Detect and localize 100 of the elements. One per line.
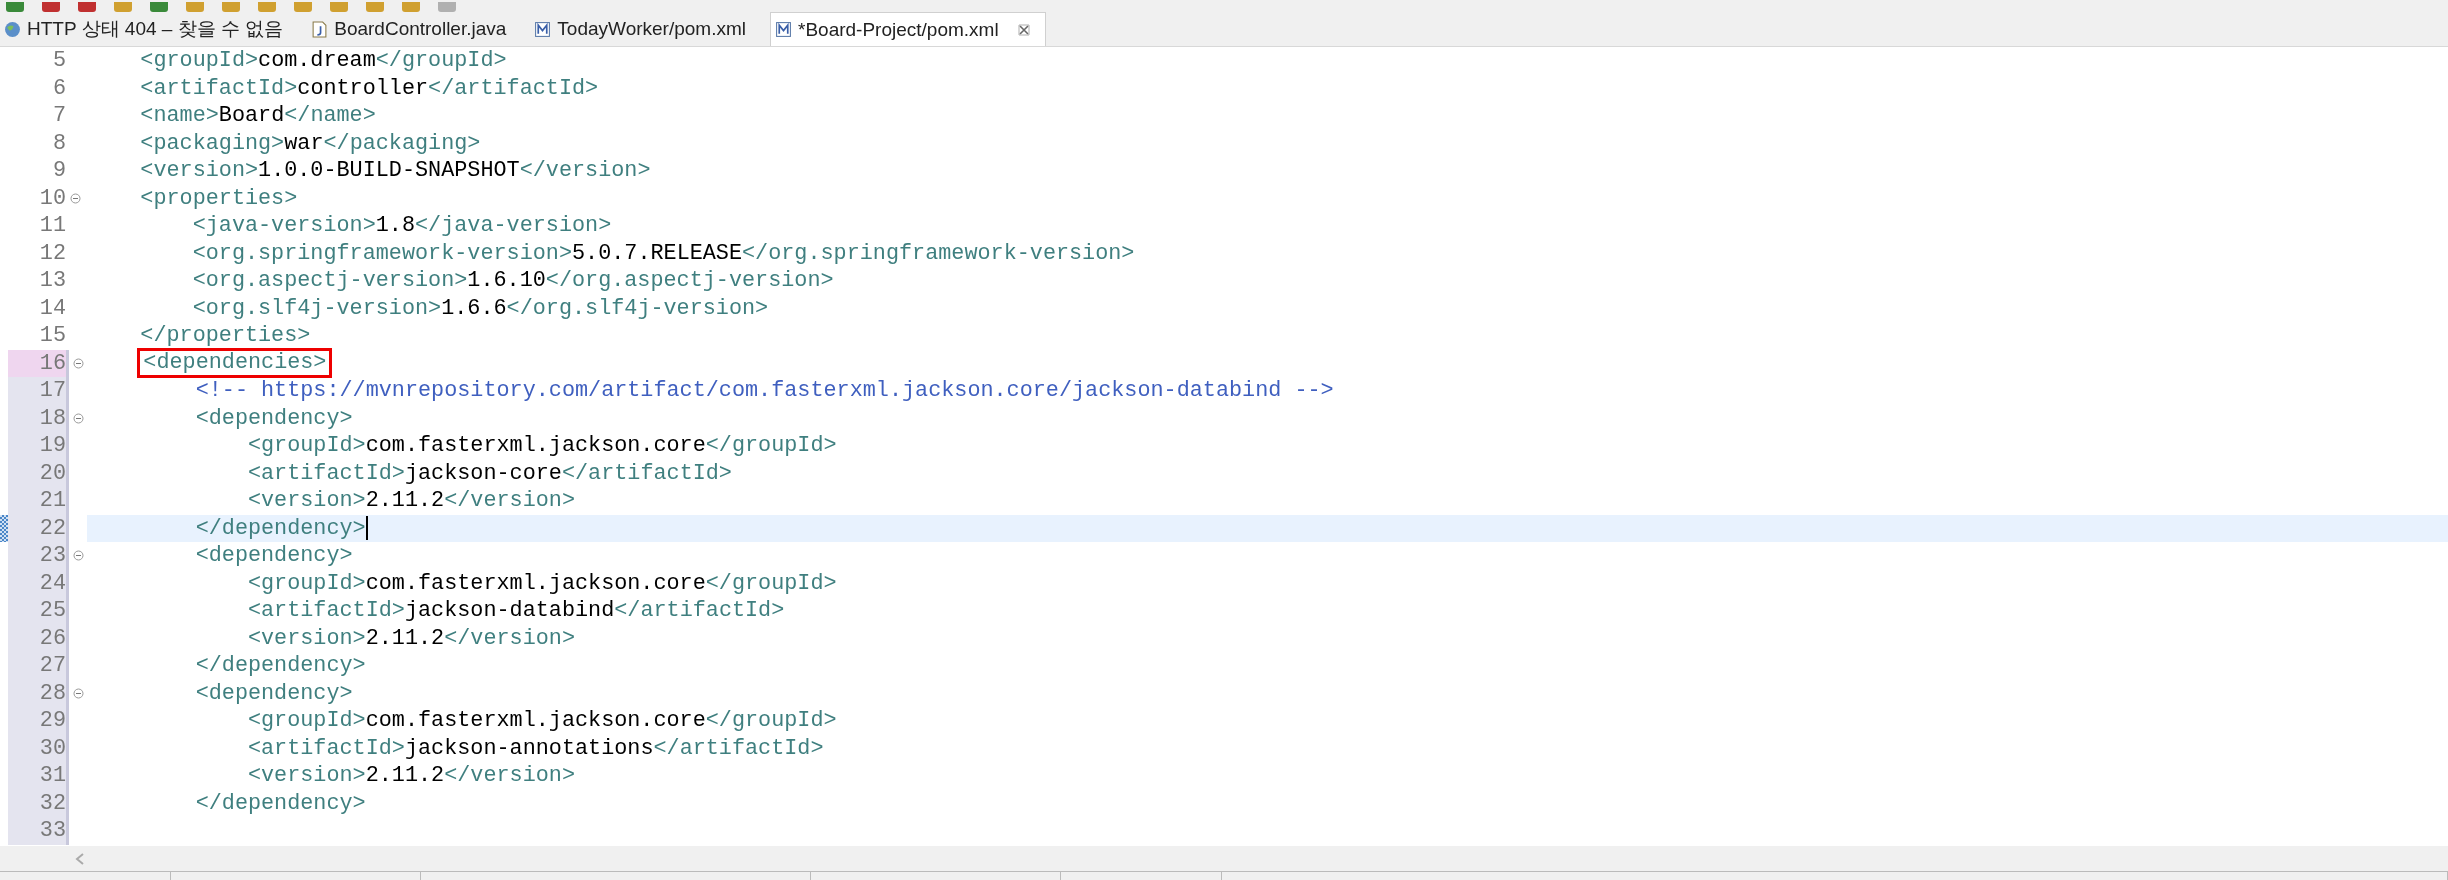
line-number: 17 (8, 377, 69, 405)
xml-tag: </version> (444, 763, 575, 789)
tag-value: jackson-databind (404, 598, 615, 624)
scroll-left-icon[interactable] (74, 851, 86, 866)
xml-tag: <groupId> (91, 708, 366, 734)
tag-value: com.fasterxml.jackson.core (365, 708, 706, 734)
xml-tag: </groupId> (705, 433, 837, 459)
toolbar-icon[interactable] (294, 2, 312, 12)
xml-tag: <properties> (88, 185, 298, 211)
line-number: 29 (8, 707, 69, 735)
line-number: 32 (8, 789, 69, 817)
xml-tag: <dependency> (91, 405, 353, 431)
toolbar-icon[interactable] (6, 2, 24, 12)
tag-value: 2.11.2 (365, 488, 445, 514)
toolbar-icon[interactable] (150, 2, 168, 12)
java-file-icon (311, 20, 329, 38)
xml-file-icon (775, 21, 792, 38)
tag-value: 1.8 (375, 213, 416, 239)
line-number: 22 (8, 514, 69, 542)
toolbar-icon[interactable] (438, 2, 456, 12)
toolbar-icon[interactable] (258, 2, 276, 12)
xml-tag: <dependency> (91, 680, 353, 706)
xml-tag: <version> (91, 625, 366, 651)
xml-tag: <java-version> (88, 213, 376, 239)
xml-tag: <version> (88, 158, 259, 184)
toolbar-icon[interactable] (402, 2, 420, 12)
collapse-icon[interactable] (72, 357, 84, 369)
xml-tag: </artifactId> (614, 598, 785, 624)
editor-tab[interactable]: HTTP 상태 404 – 찾을 수 없음 (0, 12, 298, 46)
line-number: 31 (8, 762, 69, 790)
toolbar-icon[interactable] (114, 2, 132, 12)
xml-tag: </version> (519, 158, 651, 184)
line-number: 26 (8, 624, 69, 652)
xml-tag: <name> (88, 103, 219, 129)
xml-tag: </properties> (88, 323, 311, 349)
xml-tag: </groupId> (375, 48, 507, 74)
xml-tag: </org.springframework-version> (742, 240, 1135, 266)
globe-icon (4, 20, 21, 38)
editor-tab[interactable]: BoardController.java (307, 12, 521, 46)
xml-tag: </packaging> (323, 130, 481, 156)
line-number: 27 (8, 652, 69, 680)
xml-tag: <groupId> (91, 570, 366, 596)
xml-tag: </version> (444, 488, 575, 514)
xml-tag: <org.springframework-version> (88, 240, 572, 266)
toolbar-icon[interactable] (42, 2, 60, 12)
xml-tag: </artifactId> (428, 75, 599, 101)
line-number: 20 (8, 459, 69, 487)
line-number: 23 (8, 542, 69, 570)
xml-tag: <groupId> (88, 48, 259, 74)
xml-tag: <packaging> (88, 130, 285, 156)
tag-value: com.fasterxml.jackson.core (365, 570, 706, 596)
xml-tag: <groupId> (91, 433, 366, 459)
xml-tag: <org.slf4j-version> (88, 295, 442, 321)
toolbar-icon[interactable] (330, 2, 348, 12)
line-number: 25 (8, 597, 69, 625)
toolbar-icon[interactable] (366, 2, 384, 12)
close-icon[interactable] (1016, 22, 1031, 37)
collapse-icon[interactable] (72, 550, 84, 562)
collapse-icon[interactable] (72, 687, 84, 699)
tag-value: 1.6.10 (467, 268, 546, 294)
tag-value: com.dream (258, 48, 376, 74)
toolbar-icon[interactable] (222, 2, 240, 12)
line-number: 18 (8, 404, 69, 432)
xml-tag: </groupId> (705, 570, 837, 596)
tag-value: Board (218, 103, 285, 129)
xml-tag: <artifactId> (88, 75, 298, 101)
xml-tag: </groupId> (705, 708, 837, 734)
tag-value: war (284, 130, 324, 156)
tag-value: 1.0.0-BUILD-SNAPSHOT (258, 158, 520, 184)
collapse-icon[interactable] (72, 412, 84, 424)
xml-tag: </org.slf4j-version> (506, 295, 769, 321)
editor-tab[interactable]: *Board-Project/pom.xml (770, 12, 1046, 46)
tag-value: 5.0.7.RELEASE (572, 240, 743, 266)
tag-value: 1.6.6 (441, 295, 507, 321)
tag-value: 2.11.2 (365, 625, 445, 651)
line-number: 16 (8, 349, 69, 377)
tag-value: controller (297, 75, 429, 101)
editor-tab[interactable]: TodayWorker/pom.xml (530, 12, 760, 46)
xml-tag: <org.aspectj-version> (88, 268, 468, 294)
xml-tag: <dependency> (91, 543, 353, 569)
collapse-icon[interactable] (69, 192, 81, 204)
xml-tag: </org.aspectj-version> (545, 268, 834, 294)
xml-comment: <!-- https://mvnrepository.com/artifact/com.fasterxml.jackson.core/jackson-databind --> (194, 378, 1334, 404)
text-cursor (365, 516, 368, 541)
xml-tag: </name> (284, 103, 376, 129)
xml-tag: <version> (91, 763, 366, 789)
line-number: 28 (8, 679, 69, 707)
xml-tag: </artifactId> (653, 735, 824, 761)
toolbar-icon[interactable] (78, 2, 96, 12)
tag-value: jackson-core (404, 460, 562, 486)
xml-tag: <artifactId> (91, 735, 405, 761)
line-number: 30 (8, 734, 69, 762)
xml-tag: <artifactId> (91, 598, 405, 624)
toolbar-icon[interactable] (186, 2, 204, 12)
xml-tag: <version> (91, 488, 366, 514)
xml-tag: </version> (444, 625, 575, 651)
tag-value: jackson-annotations (404, 735, 654, 761)
xml-file-icon (534, 20, 552, 38)
line-number: 19 (8, 432, 69, 460)
line-number: 21 (8, 487, 69, 515)
